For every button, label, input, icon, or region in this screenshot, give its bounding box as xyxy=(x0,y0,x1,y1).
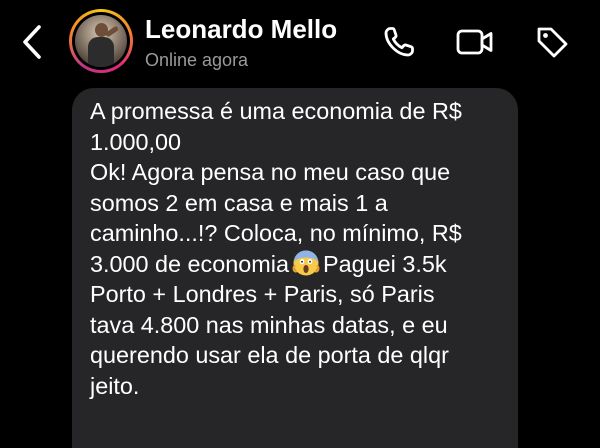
message-line-with-emoji: 3.000 de economia Paguei 3.5k xyxy=(90,249,510,280)
avatar-photo xyxy=(75,15,127,67)
chat-screen: Leonardo Mello Online agora A promessa é… xyxy=(0,0,600,448)
face-screaming-in-fear-emoji xyxy=(292,250,320,275)
call-button[interactable] xyxy=(379,22,419,62)
message-line: caminho...!? Coloca, no mínimo, R$ xyxy=(90,220,462,246)
message-line: somos 2 em casa e mais 1 a xyxy=(90,189,388,216)
message-line: Ok! Agora pensa no meu caso que xyxy=(90,159,451,185)
tag-button[interactable] xyxy=(532,22,572,62)
chat-header: Leonardo Mello Online agora xyxy=(0,0,600,86)
message-fragment: 3.000 de economia xyxy=(90,250,289,277)
message-line: jeito. xyxy=(90,372,140,399)
message-line: querendo usar ela de porta de qlqr xyxy=(90,342,449,368)
contact-status: Online agora xyxy=(145,50,249,70)
phone-icon xyxy=(384,27,414,57)
message-fragment: Paguei 3.5k xyxy=(322,250,447,277)
message-line: A promessa é uma economia de R$ xyxy=(90,98,462,124)
avatar[interactable] xyxy=(69,9,133,73)
back-button[interactable] xyxy=(14,22,50,62)
contact-name[interactable]: Leonardo Mello xyxy=(145,14,337,45)
message-line: tava 4.800 nas minhas datas, e eu xyxy=(90,311,448,338)
message-text: A promessa é uma economia de R$ 1.000,00… xyxy=(90,96,510,401)
tag-icon xyxy=(537,27,568,58)
chevron-left-icon xyxy=(23,25,41,59)
video-call-button[interactable] xyxy=(455,22,495,62)
message-line: 1.000,00 xyxy=(90,128,182,155)
video-camera-icon xyxy=(456,29,493,55)
message-line: Porto + Londres + Paris, só Paris xyxy=(90,281,435,307)
